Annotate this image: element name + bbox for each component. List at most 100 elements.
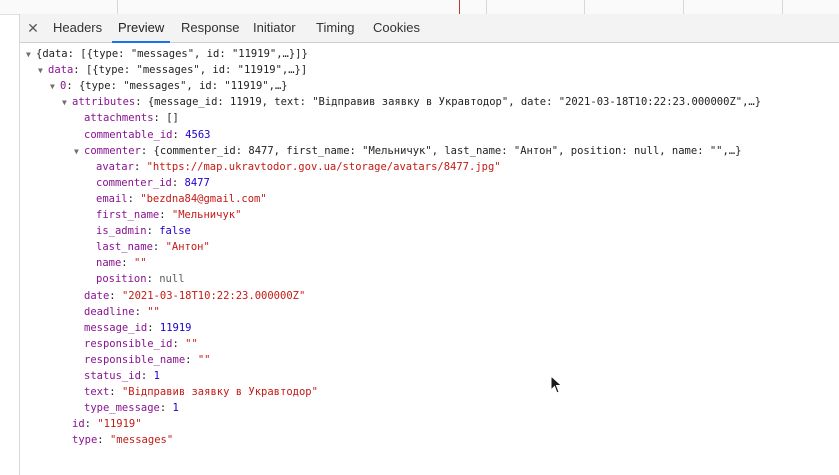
property-value: false (159, 225, 191, 238)
punctuation: : [{type: "messages", id: "11919",…}] (73, 64, 308, 77)
tree-row: first_name: "Мельничук" (96, 207, 241, 223)
property-value: "bezdna84@gmail.com" (140, 192, 267, 205)
property-value: "https://map.ukravtodor.gov.ua/storage/a… (146, 160, 501, 173)
tree-row: type_message: 1 (84, 400, 179, 416)
punctuation: : (146, 225, 160, 238)
strip-divider (782, 0, 783, 14)
tree-row: position: null (96, 271, 185, 287)
property-key: id (72, 418, 85, 431)
tab-headers[interactable]: Headers (53, 14, 102, 42)
punctuation: : (146, 273, 160, 286)
property-key: message_id (84, 321, 148, 334)
tree-row: commenter_id: 8477 (96, 175, 210, 191)
property-value: "Антон" (165, 241, 210, 254)
property-value: "Мельничук" (171, 209, 242, 221)
property-key: avatar (96, 160, 134, 173)
expand-triangle-icon[interactable]: ▼ (26, 47, 36, 63)
property-key: commenter_id (96, 176, 172, 189)
tab-initiator[interactable]: Initiator (253, 14, 296, 42)
property-key: text (84, 386, 110, 399)
tab-cookies[interactable]: Cookies (373, 14, 420, 42)
tree-row[interactable]: ▼ data: [{type: "messages", id: "11919",…… (38, 62, 307, 78)
tree-row: responsible_id: "" (84, 336, 198, 352)
tab-timing[interactable]: Timing (316, 14, 355, 42)
strip-divider (683, 0, 684, 14)
punctuation: : (140, 370, 154, 382)
property-key: status_id (84, 370, 141, 382)
punctuation: : (133, 160, 147, 173)
property-key: last_name (96, 241, 153, 254)
punctuation: : (109, 289, 122, 302)
property-value: null (159, 273, 185, 286)
property-key: attachments (84, 112, 154, 125)
tree-row: email: "bezdna84@gmail.com" (96, 191, 267, 207)
punctuation: : (159, 402, 173, 415)
property-value: 11919 (159, 321, 192, 334)
punctuation: : (84, 418, 98, 431)
property-value: "" (185, 337, 198, 350)
property-value: 1 (153, 370, 160, 382)
tree-row: avatar: "https://map.ukravtodor.gov.ua/s… (96, 159, 501, 175)
tree-row: message_id: 11919 (84, 320, 191, 336)
property-key: first_name (96, 209, 160, 221)
property-key: responsible_id (84, 337, 173, 350)
punctuation: : (172, 337, 186, 350)
property-key: attributes (72, 96, 136, 109)
tree-row[interactable]: ▼ {data: [{type: "messages", id: "11919",… (26, 46, 308, 62)
tree-row: responsible_name: "" (84, 352, 210, 368)
strip-divider (486, 0, 487, 14)
tree-row: commentable_id: 4563 (84, 127, 210, 143)
punctuation: : (152, 241, 166, 254)
property-key: is_admin (96, 225, 147, 238)
expand-triangle-icon[interactable]: ▼ (50, 79, 60, 95)
tree-row[interactable]: ▼ commenter: {commenter_id: 8477, first_n… (74, 143, 741, 159)
punctuation: : {type: "messages", id: "11919",…} (66, 80, 288, 93)
tree-row: type: "messages" (72, 432, 173, 448)
punctuation: : [] (153, 112, 179, 125)
property-key: email (96, 192, 128, 205)
punctuation: : {message_id: 11919, text: "Відправив з… (135, 96, 762, 109)
tab-response[interactable]: Response (181, 14, 240, 42)
tree-row: text: "Відправив заявку в Укравтодор" (84, 384, 318, 400)
strip-divider (117, 0, 118, 14)
property-value: 4563 (185, 128, 211, 141)
property-key: data (48, 64, 74, 77)
property-key: date (84, 289, 110, 302)
punctuation: : (171, 176, 185, 189)
punctuation: : (159, 209, 172, 221)
property-key: responsible_name (84, 353, 186, 366)
timeline-marker (459, 0, 460, 14)
property-value: "" (133, 257, 147, 270)
tree-row: status_id: 1 (84, 368, 160, 384)
punctuation: : (109, 386, 122, 399)
expand-triangle-icon[interactable]: ▼ (62, 95, 72, 111)
punctuation: : (134, 305, 148, 318)
expand-triangle-icon[interactable]: ▼ (38, 63, 48, 79)
expand-triangle-icon[interactable]: ▼ (74, 144, 84, 160)
devtools-top-strip (0, 0, 839, 15)
tree-row[interactable]: ▼ 0: {type: "messages", id: "11919",…} (50, 78, 288, 94)
property-value: 8477 (184, 176, 210, 189)
property-value: "" (197, 353, 211, 366)
close-icon[interactable]: ✕ (26, 19, 40, 37)
punctuation: {data: [{type: "messages", id: "11919",…… (36, 48, 308, 60)
property-key: type (72, 434, 98, 447)
tab-preview[interactable]: Preview (111, 14, 171, 43)
property-value: "messages" (109, 434, 174, 447)
property-value: 1 (172, 402, 179, 415)
property-key: type_message (84, 402, 160, 415)
tree-row: attachments: [] (84, 110, 179, 126)
left-panel-border (19, 14, 20, 475)
property-key: position (96, 273, 147, 286)
tree-row: date: "2021-03-18T10:22:23.000000Z" (84, 288, 305, 304)
tree-row[interactable]: ▼ attributes: {message_id: 11919, text: "… (62, 94, 761, 110)
punctuation: : {commenter_id: 8477, first_name: "Мель… (140, 144, 742, 157)
details-tab-bar: ✕ Headers Preview Response Initiator Tim… (20, 14, 839, 43)
punctuation: : (127, 192, 141, 205)
tree-row: name: "" (96, 255, 147, 271)
punctuation: : (121, 257, 134, 270)
property-value: "11919" (97, 418, 142, 431)
tree-row: last_name: "Антон" (96, 239, 210, 255)
property-key: deadline (84, 305, 135, 318)
mouse-pointer-icon (550, 375, 563, 394)
